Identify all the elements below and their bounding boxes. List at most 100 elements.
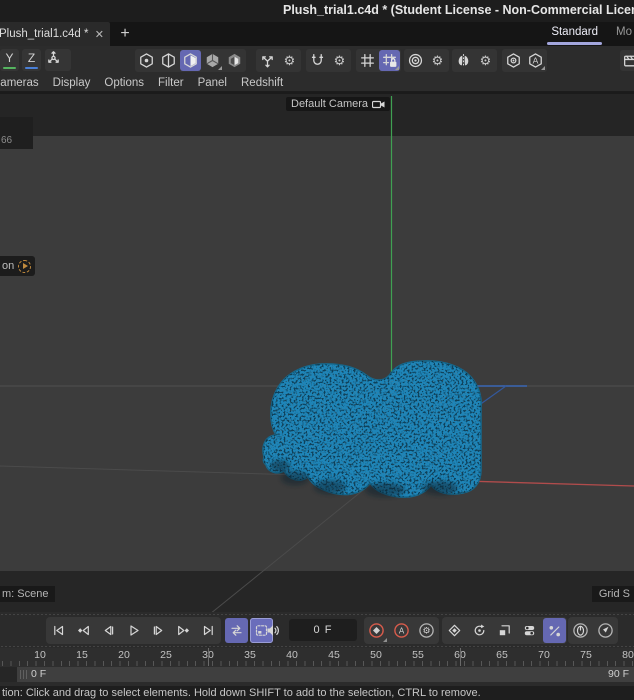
next-key-button[interactable] (172, 618, 195, 643)
layout-tab-model[interactable]: Mo (616, 26, 632, 38)
menu-filter[interactable]: Filter (158, 77, 184, 89)
prev-frame-button[interactable] (97, 618, 120, 643)
autokey-button[interactable]: A (390, 618, 413, 643)
model-mode-button[interactable] (202, 50, 223, 71)
menu-panel[interactable]: Panel (198, 77, 227, 89)
hud-info-box: 66 (0, 117, 33, 149)
new-tab-button[interactable]: + (114, 23, 136, 45)
menu-redshift[interactable]: Redshift (241, 77, 283, 89)
mouse-mode-button[interactable] (569, 618, 592, 643)
submenu-corner (395, 66, 399, 70)
edges-mode-button[interactable] (158, 50, 179, 71)
snap-settings-button[interactable]: ⚙ (329, 50, 350, 71)
prev-key-button[interactable] (72, 618, 95, 643)
modeling-axis-group: ⚙ (256, 49, 301, 72)
svg-text:⚙: ⚙ (422, 627, 430, 637)
ruler-major-tick (208, 648, 209, 666)
plush-mesh-object[interactable] (262, 360, 482, 498)
texture-mode-icon (228, 53, 241, 68)
annotate-button[interactable]: A (525, 50, 546, 71)
prev-frame-icon (104, 625, 114, 636)
axis-arrows-icon (262, 56, 273, 68)
workplane-grid-button[interactable] (357, 50, 378, 71)
view-group: A (502, 49, 547, 72)
corner-box-icon (499, 625, 510, 636)
range-bar-track[interactable] (17, 667, 634, 682)
axis-lock-z-label: Z (27, 51, 36, 65)
texture-mode-button[interactable] (224, 50, 245, 71)
current-frame-field[interactable]: 0 F (289, 619, 357, 641)
key-scale-button[interactable] (493, 618, 516, 643)
preview-range-bar[interactable]: 0 F 90 F (0, 667, 634, 682)
solo-hexagon-button[interactable] (503, 50, 524, 71)
keyframe-settings-button[interactable]: ⚙ (415, 618, 438, 643)
gear-icon: ⚙ (333, 53, 346, 68)
modeling-axis-settings-button[interactable]: ⚙ (279, 50, 300, 71)
hud-animation-indicator[interactable]: on (0, 256, 36, 276)
ruler-label: 75 (580, 649, 592, 661)
snap-key-icon (549, 626, 560, 637)
target-settings-button[interactable]: ⚙ (427, 50, 448, 71)
window-title: Plush_trial1.c4d * (Student License - No… (283, 3, 634, 17)
symmetry-button[interactable] (453, 50, 474, 71)
document-tab[interactable]: Plush_trial1.c4d * ✕ (0, 22, 110, 46)
record-keyframe-button[interactable] (365, 618, 388, 643)
play-button[interactable] (122, 618, 145, 643)
polygons-mode-button[interactable] (180, 50, 201, 71)
ruler-major-tick (460, 648, 461, 666)
orbit-mode-button[interactable] (594, 618, 617, 643)
axis-lock-z-button[interactable]: Z (22, 49, 41, 71)
loop-icon (231, 625, 242, 636)
ruler-label: 55 (412, 649, 424, 661)
key-rotation-button[interactable] (468, 618, 491, 643)
goto-start-button[interactable] (47, 618, 70, 643)
key-pla-button[interactable] (543, 618, 566, 643)
goto-end-button[interactable] (197, 618, 220, 643)
application-window: Plush_trial1.c4d * (Student License - No… (0, 0, 634, 700)
prev-key-icon (78, 625, 89, 636)
orbit-icon (598, 623, 613, 638)
scene-canvas (0, 96, 634, 612)
next-frame-button[interactable] (147, 618, 170, 643)
axis-modification-button[interactable] (45, 49, 71, 71)
sound-icon (267, 625, 279, 636)
menu-cameras[interactable]: Cameras (0, 77, 39, 89)
solo-hexagon-icon (507, 53, 520, 68)
range-start-label: 0 F (31, 668, 47, 680)
keyframe-settings-icon: ⚙ (419, 623, 434, 638)
ruler-label: 70 (538, 649, 550, 661)
menu-display[interactable]: Display (53, 77, 91, 89)
timeline-ruler[interactable]: 101520253035404550556065707580 (0, 648, 634, 667)
key-parameter-button[interactable] (518, 618, 541, 643)
next-frame-icon (153, 625, 163, 636)
hud-grid-text: Grid S (598, 588, 630, 600)
camera-label[interactable]: Default Camera (286, 97, 391, 111)
snap-magnet-button[interactable] (307, 50, 328, 71)
ruler-label: 10 (34, 649, 46, 661)
render-view-button[interactable] (620, 50, 634, 71)
symmetry-settings-button[interactable]: ⚙ (475, 50, 496, 71)
status-text: tion: Click and drag to select elements.… (2, 687, 481, 699)
gear-icon: ⚙ (431, 53, 444, 68)
menu-options[interactable]: Options (104, 77, 144, 89)
target-group: ⚙ (404, 49, 449, 72)
target-button[interactable] (405, 50, 426, 71)
submenu-corner (218, 66, 222, 70)
hud-transform-scene: m: Scene (0, 586, 56, 602)
quantize-button[interactable] (379, 50, 400, 71)
range-start-grip[interactable] (20, 670, 28, 679)
axis-lock-y-button[interactable]: Y (0, 49, 19, 71)
modeling-axis-button[interactable] (257, 50, 278, 71)
layout-tab-standard[interactable]: Standard (547, 26, 602, 45)
axis-y-underline (3, 67, 16, 69)
points-mode-button[interactable] (136, 50, 157, 71)
loop-playback-button[interactable] (225, 618, 248, 643)
snap-group: ⚙ (306, 49, 351, 72)
ruler-label: 25 (160, 649, 172, 661)
range-end-label: 90 F (607, 668, 629, 680)
viewport-3d[interactable]: Default Camera 66 on m: Scene Grid S (0, 92, 634, 612)
key-position-button[interactable] (443, 618, 466, 643)
ruler-label: 35 (244, 649, 256, 661)
sound-button[interactable] (261, 618, 284, 643)
close-icon[interactable]: ✕ (95, 28, 104, 41)
